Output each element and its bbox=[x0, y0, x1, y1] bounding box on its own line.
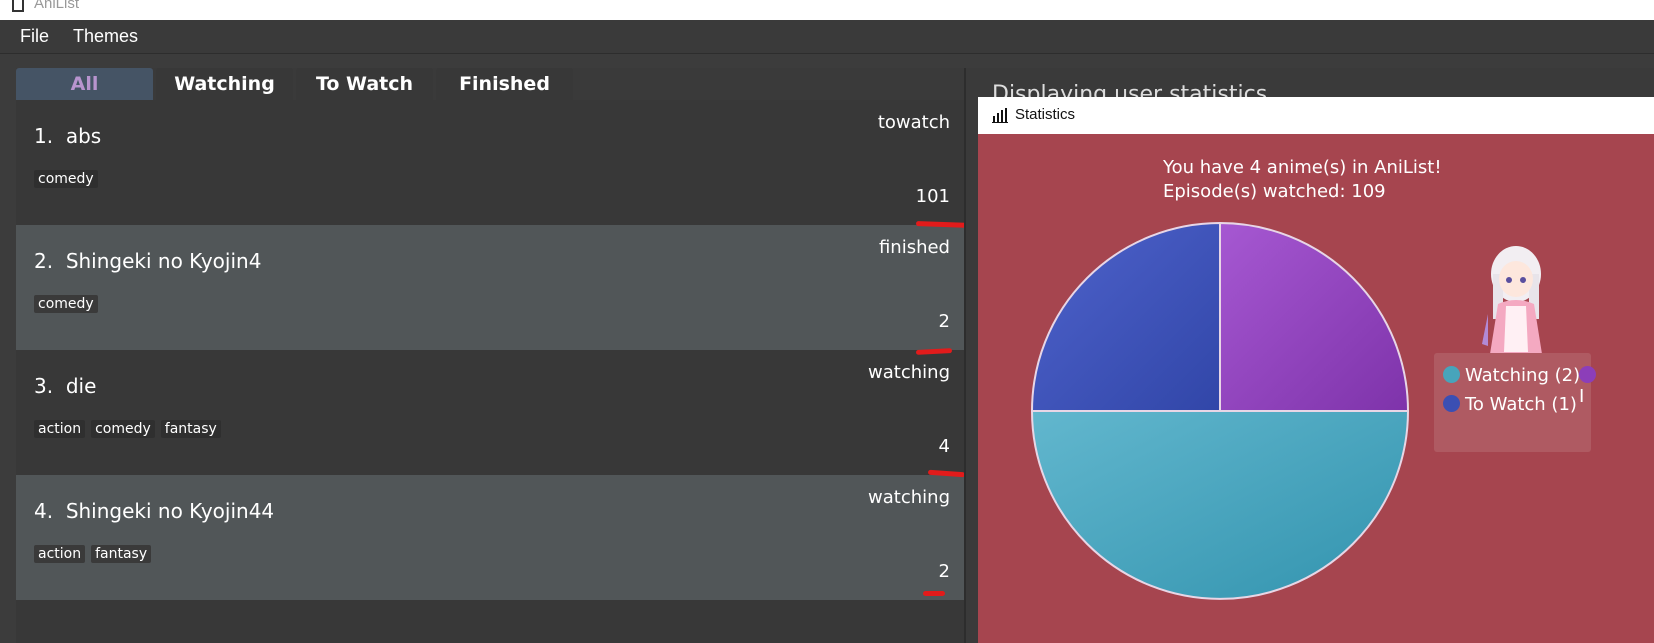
anime-index: 3. bbox=[34, 374, 54, 398]
chart-legend: Watching (2) To Watch (1) I bbox=[1434, 353, 1596, 452]
anime-status: watching bbox=[868, 487, 950, 508]
list-item[interactable]: 4. Shingeki no Kyojin44 action fantasy w… bbox=[16, 475, 964, 600]
episode-count: 101 bbox=[915, 186, 950, 207]
episode-count: 2 bbox=[938, 561, 950, 582]
anime-index: 2. bbox=[34, 249, 54, 273]
anime-name: Shingeki no Kyojin4 bbox=[65, 249, 262, 273]
pie-slice-to-watch bbox=[1030, 221, 1221, 412]
menu-bar: File Themes bbox=[0, 20, 1654, 54]
anime-name: abs bbox=[65, 124, 102, 148]
status-pie-chart bbox=[1030, 221, 1410, 600]
genre-tag: action bbox=[34, 545, 86, 563]
anime-status: watching bbox=[868, 362, 950, 383]
legend-dot-icon bbox=[1443, 366, 1460, 383]
anime-index: 1. bbox=[34, 124, 54, 148]
statistics-window: Statistics You have 4 anime(s) in AniLis… bbox=[978, 97, 1654, 643]
statistics-title: Statistics bbox=[1015, 106, 1076, 123]
anime-title: 2. Shingeki no Kyojin4 bbox=[34, 249, 261, 273]
episodes-watched-text: Episode(s) watched: 109 bbox=[1163, 181, 1386, 202]
episode-count: 2 bbox=[938, 311, 950, 332]
tag-list: comedy bbox=[34, 170, 98, 188]
genre-tag: comedy bbox=[34, 295, 98, 313]
app-title: AniList bbox=[34, 0, 80, 12]
tab-all[interactable]: All bbox=[16, 68, 153, 100]
title-bar: AniList bbox=[0, 0, 1654, 20]
menu-file[interactable]: File bbox=[20, 26, 49, 47]
bar-chart-icon bbox=[992, 108, 1008, 123]
statistics-body: You have 4 anime(s) in AniList! Episode(… bbox=[982, 134, 1654, 639]
statistics-title-bar: Statistics bbox=[978, 97, 1654, 134]
anime-title: 3. die bbox=[34, 374, 96, 398]
anime-index: 4. bbox=[34, 499, 54, 523]
tab-watching[interactable]: Watching bbox=[156, 68, 293, 100]
genre-tag: action bbox=[34, 420, 86, 438]
legend-item-finished[interactable]: I bbox=[1579, 365, 1601, 407]
legend-label: To Watch (1) bbox=[1465, 394, 1577, 415]
tag-list: action fantasy bbox=[34, 545, 152, 563]
annotation-underline bbox=[923, 591, 945, 596]
anime-status: towatch bbox=[877, 112, 950, 133]
genre-tag: comedy bbox=[91, 420, 155, 438]
tab-finished[interactable]: Finished bbox=[436, 68, 573, 100]
legend-item-watching[interactable]: Watching (2) bbox=[1443, 365, 1580, 386]
pie-slice-watching bbox=[1030, 410, 1410, 600]
list-item[interactable]: 2. Shingeki no Kyojin4 comedy finished 2 bbox=[16, 225, 964, 350]
pie-slice-finished bbox=[1219, 221, 1410, 412]
anime-name: Shingeki no Kyojin44 bbox=[65, 499, 275, 523]
menu-themes[interactable]: Themes bbox=[73, 26, 138, 47]
legend-label: I bbox=[1579, 386, 1585, 407]
episode-count: 4 bbox=[938, 436, 950, 457]
tab-to-watch[interactable]: To Watch bbox=[296, 68, 433, 100]
tab-bar: All Watching To Watch Finished bbox=[16, 68, 964, 100]
anime-count-text: You have 4 anime(s) in AniList! bbox=[1163, 157, 1442, 178]
tag-list: comedy bbox=[34, 295, 98, 313]
genre-tag: fantasy bbox=[160, 420, 221, 438]
legend-item-to-watch[interactable]: To Watch (1) bbox=[1443, 394, 1577, 415]
genre-tag: fantasy bbox=[91, 545, 152, 563]
legend-dot-icon bbox=[1579, 366, 1596, 383]
legend-label: Watching (2) bbox=[1465, 365, 1581, 386]
anime-list: 1. abs comedy towatch 101 2. Shingeki no… bbox=[16, 100, 964, 643]
anime-title: 4. Shingeki no Kyojin44 bbox=[34, 499, 274, 523]
list-item[interactable]: 3. die action comedy fantasy watching 4 bbox=[16, 350, 964, 475]
anime-list-panel: All Watching To Watch Finished 1. abs co… bbox=[16, 68, 964, 643]
tag-list: action comedy fantasy bbox=[34, 420, 221, 438]
anime-title: 1. abs bbox=[34, 124, 101, 148]
anime-status: finished bbox=[878, 237, 950, 258]
anime-name: die bbox=[65, 374, 97, 398]
genre-tag: comedy bbox=[34, 170, 98, 188]
list-item[interactable]: 1. abs comedy towatch 101 bbox=[16, 100, 964, 225]
legend-dot-icon bbox=[1443, 395, 1460, 412]
app-icon bbox=[12, 0, 24, 12]
